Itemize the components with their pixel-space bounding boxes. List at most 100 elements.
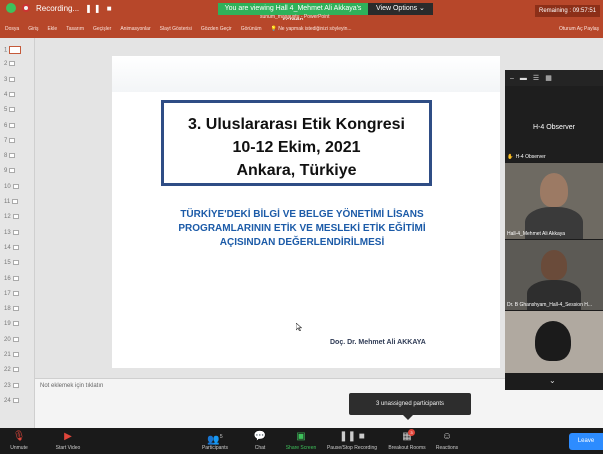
reactions-button[interactable]: ☺ Reactions: [432, 430, 462, 452]
slide-mini-icon: [9, 61, 16, 67]
slide-thumbnail-16[interactable]: 16: [4, 275, 19, 282]
chat-label: Chat: [254, 445, 266, 451]
start-video-button[interactable]: ▶ Start Video: [48, 430, 88, 452]
slide-number: 18: [4, 306, 11, 313]
hand-icon: ✋: [507, 154, 514, 160]
slide-mini-icon: [9, 168, 16, 174]
slide-thumbnail-3[interactable]: 3: [4, 76, 16, 83]
observer-label: H-4 Observer: [515, 154, 546, 160]
slide-thumbnail-8[interactable]: 8: [4, 153, 16, 159]
slide-thumbnail-22[interactable]: 22: [4, 367, 19, 373]
unmute-button[interactable]: 🎙 Unmute: [4, 430, 34, 452]
slide-thumbnail-1[interactable]: 1: [4, 46, 22, 54]
tell-me-search[interactable]: 💡 Ne yapmak istediğinizi söyleyin...: [271, 26, 352, 32]
slide-thumbnail-18[interactable]: 18: [4, 306, 19, 312]
slide-thumbnail-12[interactable]: 12: [4, 214, 19, 220]
slide-thumbnail-20[interactable]: 20: [4, 336, 19, 343]
video-tile-chair[interactable]: Dr. B Ghanshyam_Hall-4_Session H...: [505, 240, 603, 310]
title-line-2: 10-12 Ekim, 2021: [232, 139, 361, 156]
slide-thumbnail-19[interactable]: 19: [4, 321, 19, 327]
slide-mini-icon: [12, 382, 19, 388]
tab-animations[interactable]: Animasyonlar: [120, 26, 150, 32]
chat-icon: 💬: [253, 431, 267, 442]
slide-thumbnail-5[interactable]: 5: [4, 107, 16, 114]
breakout-badge: 3: [408, 429, 415, 436]
recording-label: Recording...: [36, 3, 80, 13]
slide-thumbnail-pane: 1 2 3 4 5 6 7 8 9 10 11 12 13 14 15 16 17 18 19 20 21 22 23 24: [0, 38, 35, 428]
remaining-timer: Remaining : 09:57:51: [535, 5, 601, 17]
sign-in-share[interactable]: Oturum Aç Paylaş: [559, 26, 599, 32]
share-screen-label: Share Screen: [285, 445, 317, 451]
subtitle-line-2: PROGRAMLARININ ETİK VE MESLEKİ ETİK EĞİT…: [178, 223, 426, 234]
chevron-down-icon[interactable]: ⌄: [549, 376, 556, 385]
tab-home[interactable]: Giriş: [28, 26, 38, 32]
speaker-view-icon[interactable]: ▬: [520, 75, 527, 82]
tile-label: ✋ H-4 Observer: [507, 154, 546, 160]
slide-thumbnail-6[interactable]: 6: [4, 122, 16, 129]
subtitle[interactable]: TÜRKİYE'DEKİ BİLGİ VE BELGE YÖNETİMİ LİS…: [152, 208, 452, 250]
leave-room-button[interactable]: Leave Room: [569, 433, 603, 450]
slide-number: 15: [4, 260, 11, 267]
chat-button[interactable]: 💬 Chat: [250, 430, 270, 452]
tab-slideshow[interactable]: Slayt Gösterisi: [160, 26, 192, 32]
observer-name: H-4 Observer: [532, 124, 575, 131]
slide-thumbnail-21[interactable]: 21: [4, 352, 19, 358]
slide-thumbnail-9[interactable]: 9: [4, 168, 16, 175]
video-tile-participant[interactable]: [505, 311, 603, 373]
title-box[interactable]: 3. Uluslararası Etik Kongresi 10-12 Ekim…: [161, 100, 432, 186]
menu-icon[interactable]: ☰: [533, 74, 539, 82]
breakout-rooms-button[interactable]: ▦ 3 Breakout Rooms: [386, 429, 428, 452]
slide-thumbnail-13[interactable]: 13: [4, 229, 19, 236]
minimize-icon[interactable]: –: [510, 75, 514, 82]
pause-stop-recording-button[interactable]: ❚❚ ■ Pause/Stop Recording: [326, 430, 378, 452]
slide-mini-icon: [12, 275, 19, 281]
slide-mini-icon: [9, 46, 22, 54]
slide-number: 11: [4, 199, 11, 206]
pause-icon[interactable]: ❚❚ ■: [85, 4, 113, 13]
slide-number: 9: [4, 168, 8, 175]
slide-thumbnail-10[interactable]: 10: [4, 183, 19, 190]
video-tile-observer[interactable]: H-4 Observer ✋ H-4 Observer: [505, 86, 603, 162]
slide-number: 1: [4, 47, 8, 54]
slide-thumbnail-17[interactable]: 17: [4, 290, 19, 297]
slide-thumbnail-14[interactable]: 14: [4, 244, 19, 251]
slide-number: 5: [4, 107, 8, 114]
person-head: [535, 321, 571, 361]
slide-mini-icon: [12, 214, 19, 220]
tab-review[interactable]: Gözden Geçir: [201, 26, 232, 32]
tab-insert[interactable]: Ekle: [47, 26, 57, 32]
slide-thumbnail-2[interactable]: 2: [4, 61, 16, 67]
view-options-button[interactable]: View Options ⌄: [368, 3, 433, 15]
slide[interactable]: 3. Uluslararası Etik Kongresi 10-12 Ekim…: [112, 56, 500, 368]
slide-number: 16: [4, 275, 11, 282]
slide-mini-icon: [12, 352, 19, 357]
slide-mini-icon: [9, 107, 16, 113]
slide-thumbnail-7[interactable]: 7: [4, 137, 16, 144]
slide-thumbnail-24[interactable]: 24: [4, 397, 19, 404]
tab-file[interactable]: Dosya: [5, 26, 19, 32]
title-bar: Recording... ❚❚ ■ You are viewing Hall 4…: [0, 0, 603, 24]
slide-thumbnail-15[interactable]: 15: [4, 260, 19, 266]
slide-number: 13: [4, 229, 11, 236]
participants-button[interactable]: 👥5 Participants: [196, 430, 234, 452]
unmute-label: Unmute: [10, 445, 28, 451]
recording-indicator[interactable]: Recording... ❚❚ ■: [6, 3, 114, 13]
tab-view[interactable]: Görünüm: [241, 26, 262, 32]
video-tile-speaker[interactable]: Hall-4_Mehmet Ali Akkaya: [505, 163, 603, 239]
gallery-view-icon[interactable]: ▦: [545, 74, 552, 82]
unassigned-tooltip: 3 unassigned participants: [349, 393, 471, 415]
meeting-toolbar: 🎙 Unmute ▶ Start Video 👥5 Participants 💬…: [0, 428, 603, 454]
mouse-cursor-icon: [296, 323, 302, 331]
tab-transitions[interactable]: Geçişler: [93, 26, 111, 32]
participants-label: Participants: [201, 445, 229, 451]
slide-thumbnail-23[interactable]: 23: [4, 382, 19, 389]
person-head: [541, 250, 567, 280]
slide-thumbnail-4[interactable]: 4: [4, 91, 16, 98]
title-line-1: 3. Uluslararası Etik Kongresi: [188, 116, 405, 133]
pause-stop-icon: ❚❚ ■: [339, 431, 365, 442]
tab-design[interactable]: Tasarım: [66, 26, 84, 32]
slide-thumbnail-11[interactable]: 11: [4, 199, 19, 206]
author-name[interactable]: Doç. Dr. Mehmet Ali AKKAYA: [330, 339, 426, 346]
share-screen-button[interactable]: ▣ Share Screen: [283, 430, 319, 452]
slide-number: 4: [4, 91, 8, 98]
